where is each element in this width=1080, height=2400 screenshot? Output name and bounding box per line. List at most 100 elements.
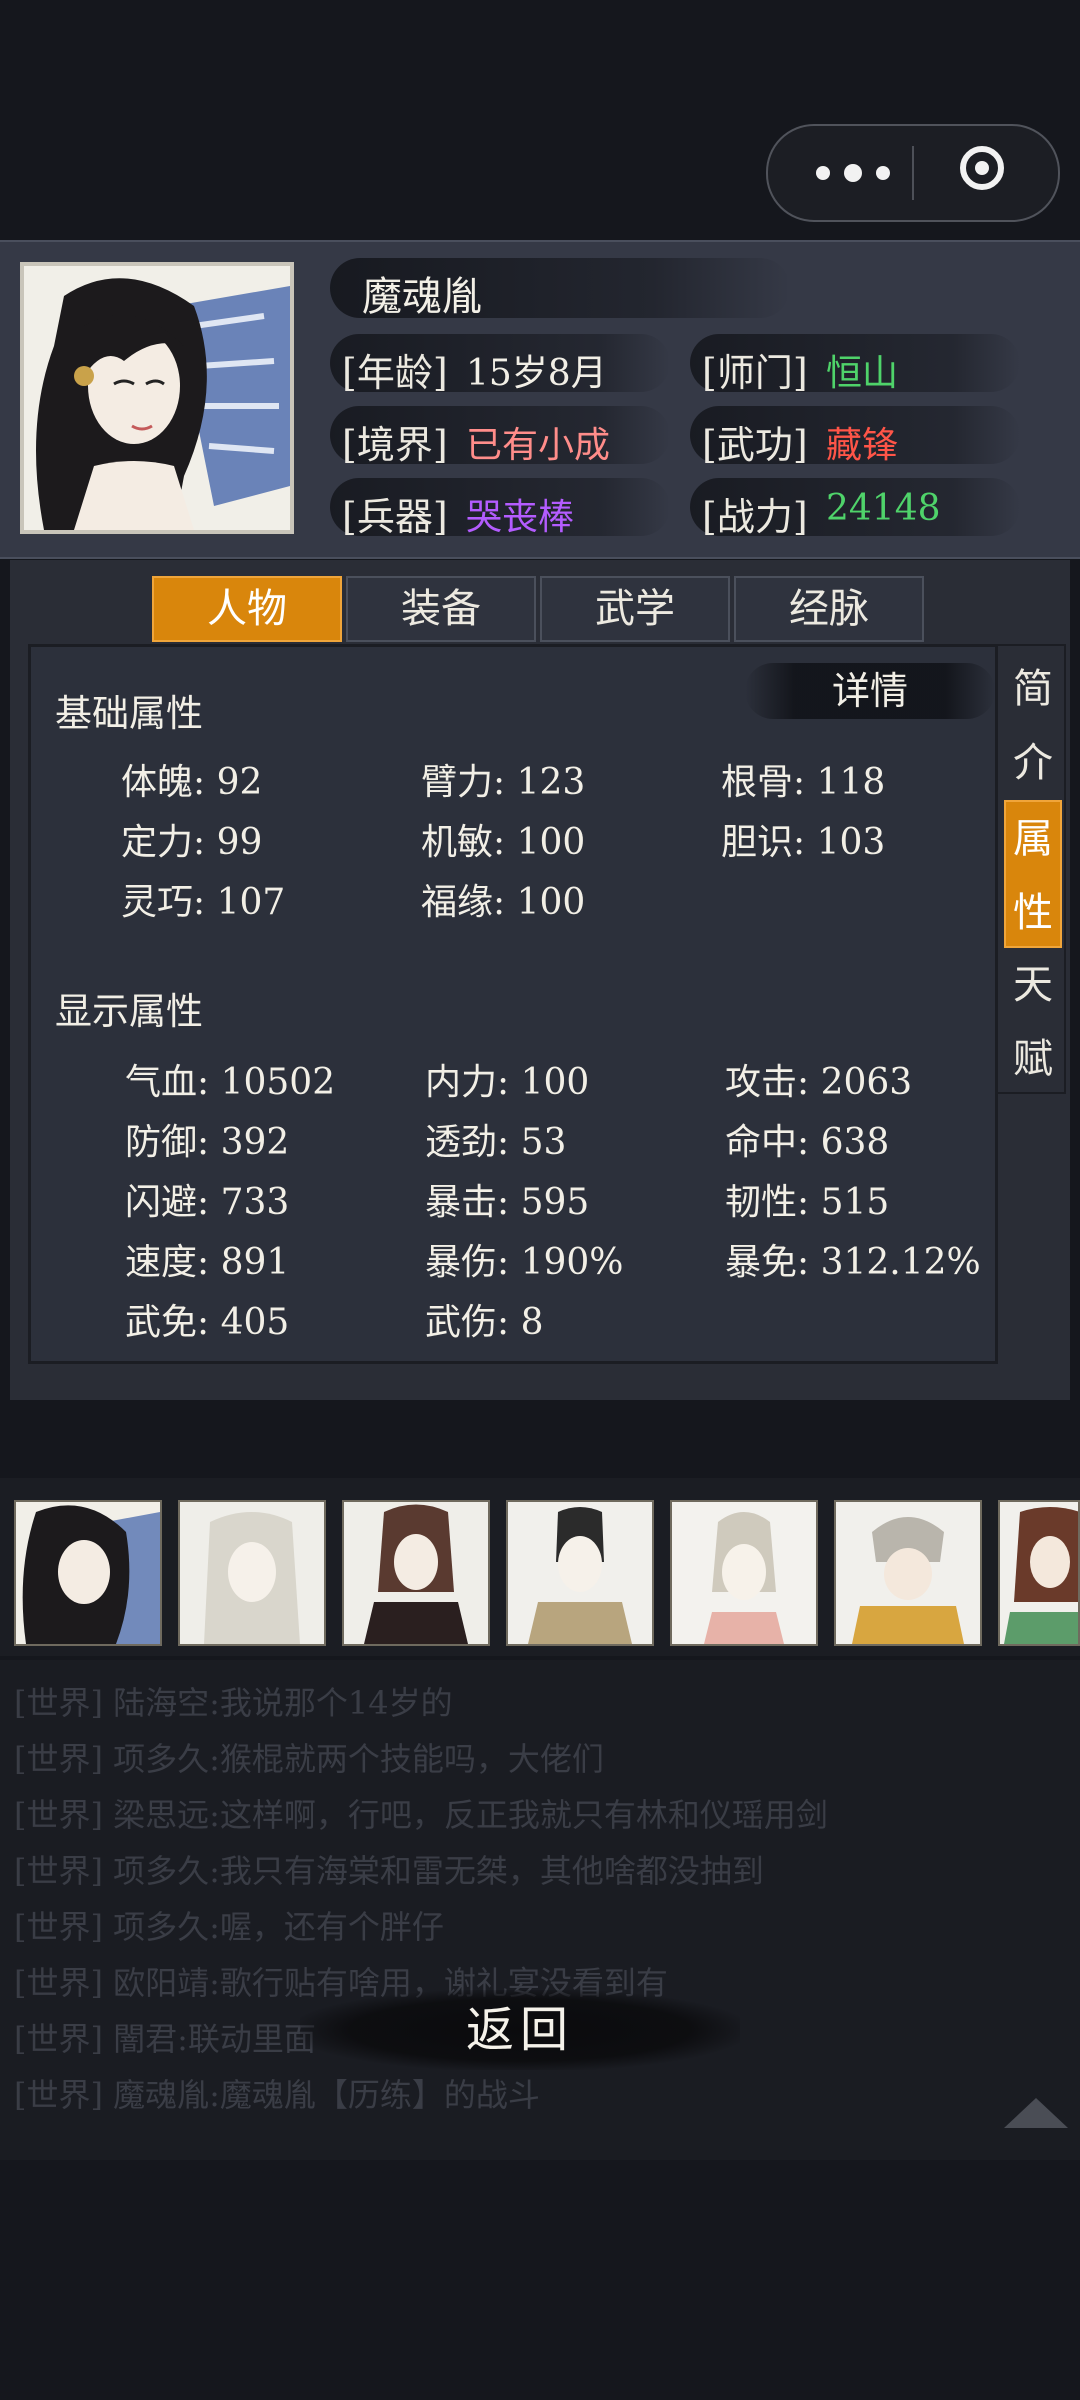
- attribute-content: 详情 基础属性 体魄: 92 臂力: 123 根骨: 118 定力: 99 机敏: 10…: [28, 644, 998, 1364]
- attribute-value: 99: [216, 822, 263, 863]
- roster-card[interactable]: [506, 1500, 654, 1646]
- realm-row: [境界] 已有小成: [330, 406, 670, 467]
- attribute-4: 定力: 99: [121, 813, 262, 865]
- attribute-label: 内力: [425, 1062, 498, 1103]
- chat-message: [世界] 陆海空:我说那个14岁的: [14, 1684, 453, 1722]
- attribute-separator: :: [497, 1182, 521, 1223]
- side-tab-talent[interactable]: 天赋: [1004, 948, 1062, 1096]
- attribute-separator: :: [797, 1182, 821, 1223]
- attribute-label: 武伤: [425, 1302, 498, 1343]
- power-value: 24148: [826, 488, 941, 529]
- attribute-4: 防御: 392: [125, 1113, 289, 1165]
- realm-label: [境界]: [342, 423, 448, 467]
- attribute-value: 103: [816, 822, 886, 863]
- realm-value: 已有小成: [466, 425, 611, 466]
- sect-row: [师门] 恒山: [690, 334, 1020, 395]
- attribute-panel: 人物 装备 武学 经脉 详情 基础属性 体魄: 92 臂力: 123 根骨: 118…: [10, 560, 1070, 1400]
- attribute-label: 根骨: [721, 762, 794, 803]
- attribute-value: 2063: [820, 1062, 913, 1103]
- roster-card[interactable]: [670, 1500, 818, 1646]
- attribute-value: 100: [520, 1062, 590, 1103]
- attribute-value: 190%: [520, 1242, 624, 1283]
- character-name: 魔魂胤: [362, 274, 482, 320]
- attribute-3: 攻击: 2063: [725, 1053, 912, 1105]
- detail-button[interactable]: 详情: [745, 663, 995, 719]
- basic-attributes-title: 基础属性: [55, 692, 203, 735]
- age-row: [年龄] 15岁8月: [330, 334, 670, 395]
- attribute-label: 透劲: [425, 1122, 498, 1163]
- tab-meridians[interactable]: 经脉: [734, 576, 924, 642]
- capsule-divider: [912, 146, 914, 200]
- scroll-up-arrow-icon[interactable]: [1004, 2098, 1068, 2128]
- chat-message: [世界] 魔魂胤:魔魂胤【历练】的战斗: [14, 2076, 540, 2114]
- attribute-value: 312.12%: [820, 1242, 981, 1283]
- attribute-separator: :: [197, 1242, 221, 1283]
- roster-card[interactable]: [14, 1500, 162, 1646]
- attribute-value: 100: [516, 822, 586, 863]
- close-target-icon[interactable]: [960, 146, 1004, 190]
- attribute-12: 暴免: 312.12%: [725, 1233, 981, 1285]
- attribute-label: 暴免: [725, 1242, 798, 1283]
- attribute-value: 405: [220, 1302, 290, 1343]
- age-value: 15岁8月: [466, 353, 607, 394]
- back-button[interactable]: 返回: [300, 1990, 740, 2070]
- attribute-5: 透劲: 53: [425, 1113, 566, 1165]
- attribute-9: 韧性: 515: [725, 1173, 889, 1225]
- chat-message: [世界] 梁思远:这样啊，行吧，反正我就只有林和仪瑶用剑: [14, 1796, 828, 1834]
- attribute-value: 92: [216, 762, 263, 803]
- attribute-label: 攻击: [725, 1062, 798, 1103]
- character-header: 魔魂胤 [年龄] 15岁8月 [师门] 恒山 [境界] 已有小成 [武功] 藏锋…: [0, 240, 1080, 559]
- weapon-row: [兵器] 哭丧棒: [330, 478, 670, 539]
- side-tab-bar: 简介 属性 天赋: [996, 644, 1066, 1094]
- character-name-row: 魔魂胤: [330, 258, 790, 320]
- tab-character[interactable]: 人物: [152, 576, 342, 642]
- attribute-separator: :: [193, 882, 217, 923]
- attribute-label: 速度: [125, 1242, 198, 1283]
- attribute-value: 118: [816, 762, 886, 803]
- attribute-separator: :: [193, 822, 217, 863]
- side-tab-attributes-label: 属性: [1013, 816, 1053, 936]
- attribute-value: 53: [520, 1122, 567, 1163]
- age-label: [年龄]: [342, 351, 448, 395]
- attribute-label: 闪避: [125, 1182, 198, 1223]
- attribute-label: 暴击: [425, 1182, 498, 1223]
- attribute-separator: :: [197, 1122, 221, 1163]
- display-attributes-title: 显示属性: [55, 990, 203, 1033]
- martial-value: 藏锋: [826, 425, 899, 466]
- attribute-6: 命中: 638: [725, 1113, 889, 1165]
- attribute-separator: :: [797, 1242, 821, 1283]
- attribute-separator: :: [497, 1122, 521, 1163]
- power-row: [战力] 24148: [690, 478, 1020, 539]
- roster-card[interactable]: [998, 1500, 1080, 1646]
- attribute-separator: :: [797, 1062, 821, 1103]
- attribute-3: 根骨: 118: [721, 753, 885, 805]
- attribute-separator: :: [197, 1182, 221, 1223]
- miniprogram-capsule: [766, 124, 1060, 222]
- attribute-14: 武伤: 8: [425, 1293, 544, 1345]
- attribute-value: 100: [516, 882, 586, 923]
- side-tab-intro[interactable]: 简介: [1004, 652, 1062, 800]
- chat-message: [世界] 项多久:猴棍就两个技能吗，大佬们: [14, 1740, 604, 1778]
- attribute-label: 胆识: [721, 822, 794, 863]
- side-tab-attributes[interactable]: 属性: [1004, 800, 1062, 948]
- attribute-separator: :: [497, 1062, 521, 1103]
- tab-equipment[interactable]: 装备: [346, 576, 536, 642]
- attribute-label: 定力: [121, 822, 194, 863]
- attribute-separator: :: [797, 1122, 821, 1163]
- roster-card[interactable]: [342, 1500, 490, 1646]
- character-portrait: [20, 262, 294, 534]
- roster-card[interactable]: [834, 1500, 982, 1646]
- attribute-value: 8: [520, 1302, 544, 1343]
- attribute-label: 气血: [125, 1062, 198, 1103]
- more-icon[interactable]: [808, 154, 898, 192]
- roster-card[interactable]: [178, 1500, 326, 1646]
- attribute-separator: :: [793, 822, 817, 863]
- tab-martial-arts[interactable]: 武学: [540, 576, 730, 642]
- attribute-2: 内力: 100: [425, 1053, 589, 1105]
- attribute-value: 733: [220, 1182, 290, 1223]
- attribute-value: 392: [220, 1122, 290, 1163]
- attribute-value: 107: [216, 882, 286, 923]
- attribute-2: 臂力: 123: [421, 753, 585, 805]
- attribute-8: 暴击: 595: [425, 1173, 589, 1225]
- attribute-separator: :: [793, 762, 817, 803]
